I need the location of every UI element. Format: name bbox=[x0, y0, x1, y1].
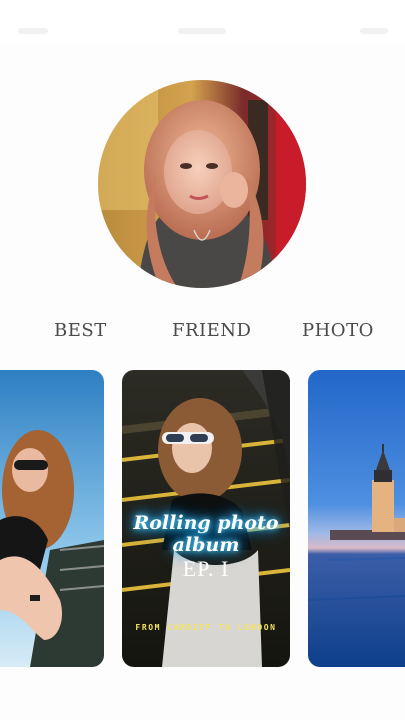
album-card-left[interactable] bbox=[0, 370, 104, 667]
heading-word-friend: FRIEND bbox=[172, 320, 252, 341]
album-subtitle: FROM CARDIFF TO LONDON bbox=[135, 623, 277, 632]
status-placeholder bbox=[178, 28, 226, 34]
album-episode: EP. I bbox=[182, 556, 230, 581]
album-card-featured[interactable]: Rolling photo album EP. I FROM CARDIFF T… bbox=[122, 370, 290, 667]
status-placeholder bbox=[360, 28, 388, 34]
status-placeholder bbox=[18, 28, 48, 34]
album-title: Rolling photo album bbox=[133, 512, 279, 556]
heading-word-best: BEST bbox=[54, 320, 107, 341]
status-bar bbox=[0, 0, 405, 44]
album-card-right[interactable] bbox=[308, 370, 405, 667]
heading-word-photo: PHOTO bbox=[302, 320, 374, 341]
profile-photo[interactable] bbox=[98, 80, 306, 288]
